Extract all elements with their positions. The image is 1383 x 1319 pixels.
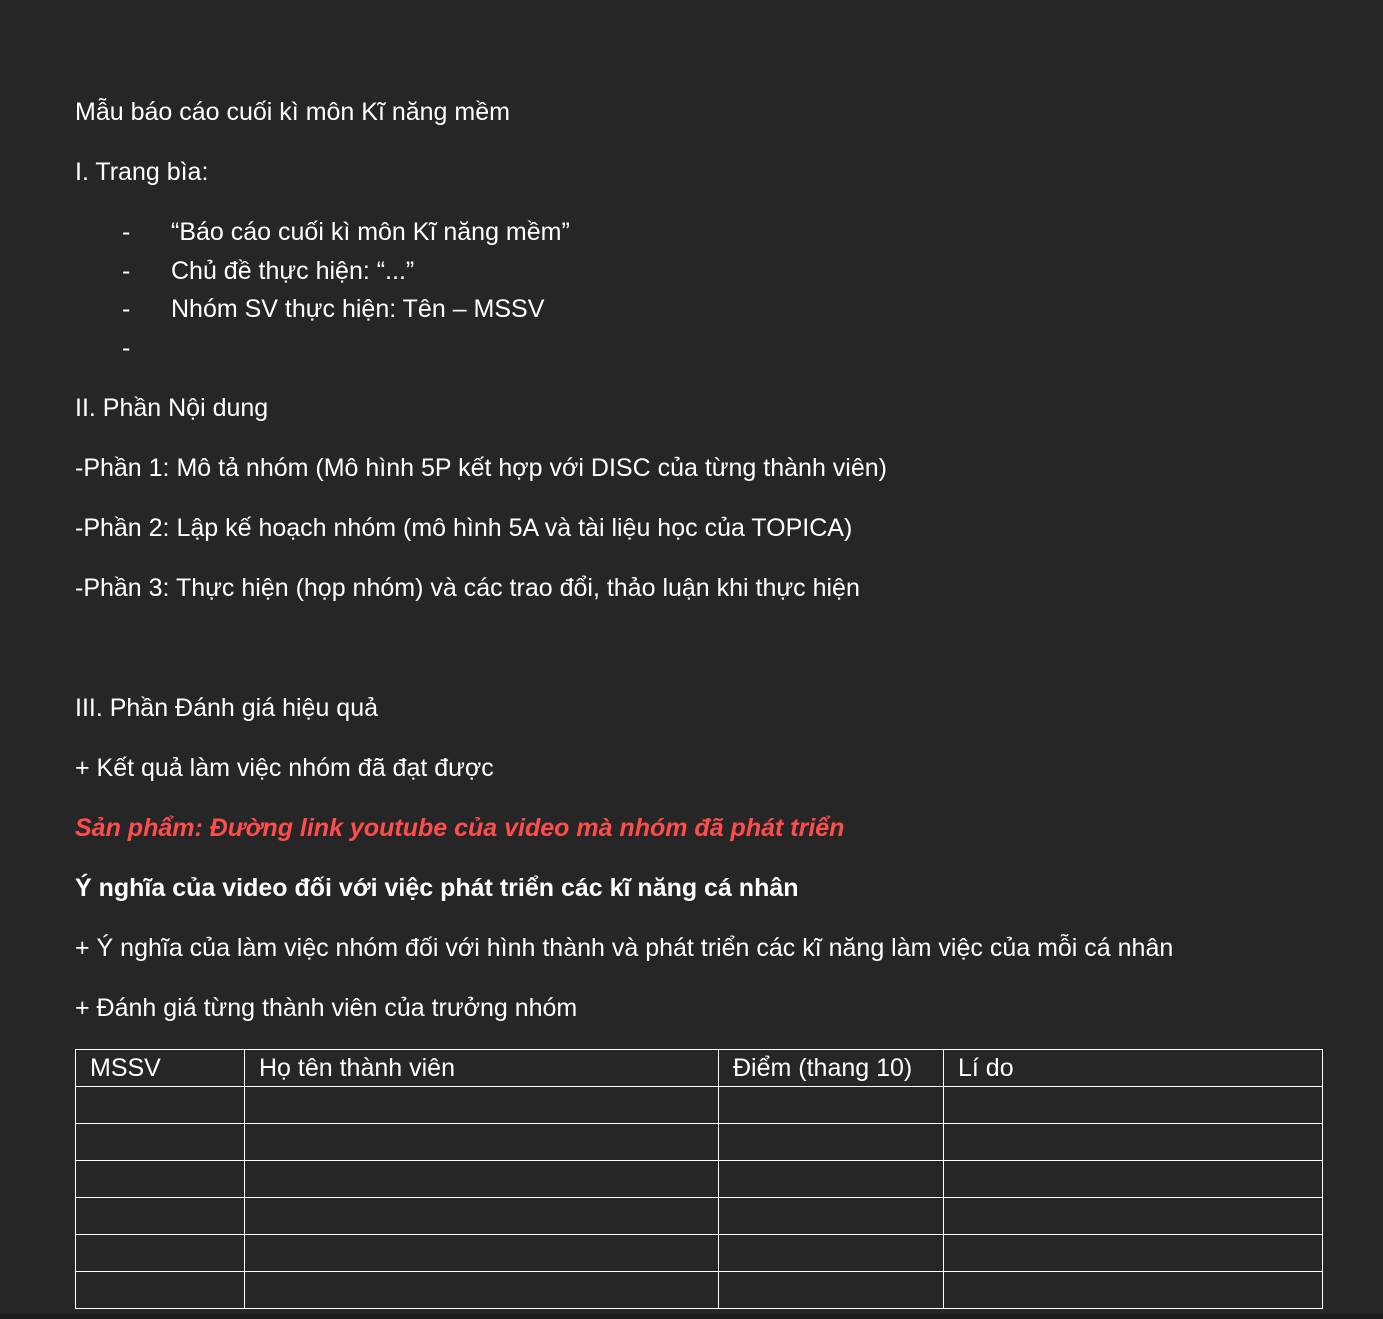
table-cell[interactable] [244,1234,719,1272]
table-cell[interactable] [943,1086,1323,1124]
header-member-name: Họ tên thành viên [244,1049,719,1087]
table-cell[interactable] [244,1123,719,1161]
content-part-3: -Phần 3: Thực hiện (họp nhóm) và các tra… [75,574,860,602]
content-part-1: -Phần 1: Mô tả nhóm (Mô hình 5P kết hợp … [75,454,887,482]
table-cell[interactable] [943,1197,1323,1235]
table-cell[interactable] [943,1160,1323,1198]
document-title: Mẫu báo cáo cuối kì môn Kĩ năng mềm [75,98,510,126]
table-cell[interactable] [943,1271,1323,1309]
header-reason: Lí do [943,1049,1323,1087]
table-row [75,1123,1323,1161]
table-cell[interactable] [244,1160,719,1198]
table-cell[interactable] [75,1123,245,1161]
member-evaluation-table: MSSV Họ tên thành viên Điểm (thang 10) L… [75,1049,1323,1309]
table-cell[interactable] [718,1160,944,1198]
section-3-heading: III. Phần Đánh giá hiệu quả [75,694,379,722]
section-2-heading: II. Phần Nội dung [75,394,269,422]
table-header-row: MSSV Họ tên thành viên Điểm (thang 10) L… [75,1049,1323,1087]
table-cell[interactable] [244,1197,719,1235]
header-score: Điểm (thang 10) [718,1049,944,1087]
table-cell[interactable] [718,1197,944,1235]
table-cell[interactable] [718,1234,944,1272]
table-cell[interactable] [244,1271,719,1309]
table-row [75,1234,1323,1272]
table-row [75,1271,1323,1309]
table-cell[interactable] [718,1123,944,1161]
table-cell[interactable] [943,1123,1323,1161]
table-row [75,1086,1323,1124]
table-cell[interactable] [75,1271,245,1309]
cover-bullet-item: Nhóm SV thực hiện: Tên – MSSV [171,295,545,323]
table-cell[interactable] [75,1234,245,1272]
result-line: + Kết quả làm việc nhóm đã đạt được [75,754,494,782]
cover-bullet-item: “Báo cáo cuối kì môn Kĩ năng mềm” [171,218,570,246]
table-cell[interactable] [244,1086,719,1124]
table-cell[interactable] [75,1197,245,1235]
table-cell[interactable] [718,1271,944,1309]
teamwork-meaning-line: + Ý nghĩa của làm việc nhóm đối với hình… [75,934,1174,962]
page-bottom-edge [0,1314,1383,1319]
table-row [75,1197,1323,1235]
bullet-marker: - [122,295,131,323]
table-cell[interactable] [718,1086,944,1124]
cover-bullet-item: Chủ đề thực hiện: “...” [171,257,415,285]
video-meaning-line: Ý nghĩa của video đối với việc phát triể… [75,874,799,902]
product-line: Sản phẩm: Đường link youtube của video m… [75,814,845,842]
section-1-heading: I. Trang bìa: [75,158,209,186]
header-mssv: MSSV [75,1049,245,1087]
table-cell[interactable] [75,1086,245,1124]
bullet-marker: - [122,334,131,362]
table-cell[interactable] [75,1160,245,1198]
table-cell[interactable] [943,1234,1323,1272]
content-part-2: -Phần 2: Lập kế hoạch nhóm (mô hình 5A v… [75,514,853,542]
bullet-marker: - [122,257,131,285]
table-row [75,1160,1323,1198]
bullet-marker: - [122,218,131,246]
evaluation-line: + Đánh giá từng thành viên của trưởng nh… [75,994,578,1022]
document-page: Mẫu báo cáo cuối kì môn Kĩ năng mềm I. T… [0,0,1383,1319]
